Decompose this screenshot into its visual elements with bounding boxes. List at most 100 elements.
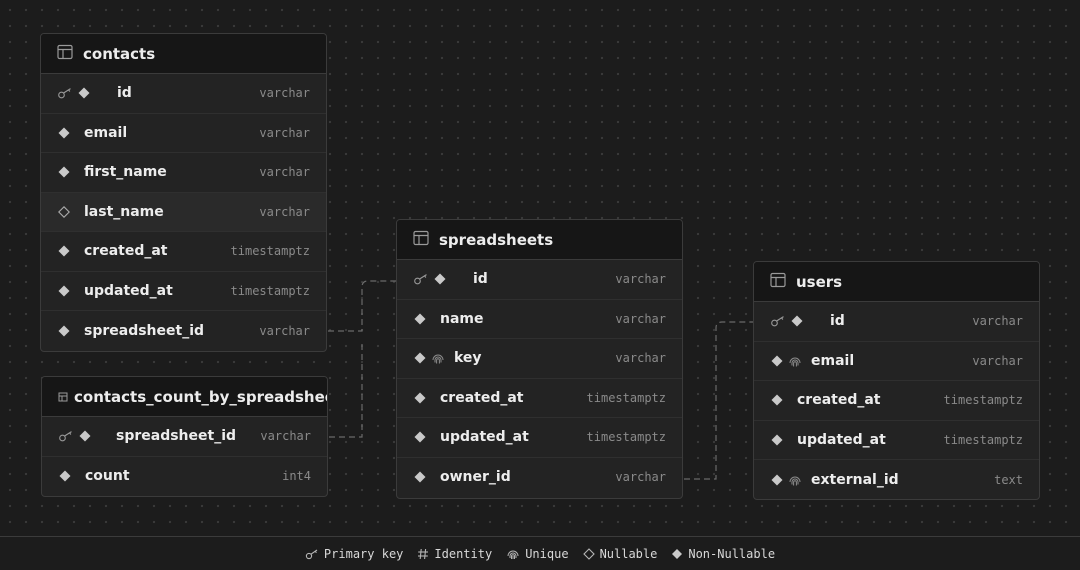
hash-icon: [418, 548, 429, 559]
key-icon: [58, 430, 74, 442]
column-type: text: [994, 472, 1023, 487]
edge-contacts-count-to-spreadsheets: [329, 340, 363, 438]
legend-identity: Identity: [417, 547, 492, 561]
column-name: email: [811, 352, 855, 369]
column-row-created-at[interactable]: created_at timestamptz: [754, 381, 1039, 421]
column-type: varchar: [259, 86, 310, 101]
diamond-filled-icon: [770, 354, 784, 368]
column-icons: [41, 86, 95, 100]
column-icons: [41, 284, 75, 298]
column-icons: [754, 393, 788, 407]
column-row-updated-at[interactable]: updated_at timestamptz: [41, 272, 326, 311]
column-name: spreadsheet_id: [116, 428, 237, 445]
column-row-email[interactable]: email varchar: [41, 114, 326, 153]
column-name: created_at: [440, 389, 524, 406]
table-icon: [770, 272, 786, 292]
table-header[interactable]: contacts_count_by_spreadsheets: [42, 377, 327, 417]
column-row-spreadsheet-id[interactable]: spreadsheet_id varchar: [42, 417, 327, 457]
fingerprint-icon: [788, 354, 802, 368]
column-name: spreadsheet_id: [84, 322, 205, 339]
table-header[interactable]: users: [754, 262, 1039, 302]
key-icon: [770, 315, 786, 327]
column-type: timestamptz: [586, 390, 666, 405]
column-row-created-at[interactable]: created_at timestamptz: [397, 379, 682, 418]
column-type: varchar: [259, 323, 310, 338]
column-type: int4: [282, 469, 311, 484]
column-row-last-name[interactable]: last_name varchar: [41, 192, 326, 232]
diamond-filled-icon: [672, 548, 683, 559]
column-icons: [397, 351, 449, 365]
column-name: name: [440, 310, 484, 327]
legend-unique: Unique: [506, 547, 569, 561]
diamond-filled-icon: [57, 244, 71, 258]
table-header[interactable]: spreadsheets: [397, 220, 682, 260]
diamond-outline-icon: [57, 205, 71, 219]
column-row-updated-at[interactable]: updated_at timestamptz: [397, 418, 682, 458]
column-type: varchar: [615, 351, 666, 366]
diamond-filled-icon: [413, 312, 427, 326]
table-icon: [57, 44, 73, 64]
column-name: external_id: [811, 471, 899, 488]
edge-contacts-to-spreadsheets: [328, 280, 397, 332]
diamond-filled-icon: [413, 351, 427, 365]
column-row-external-id[interactable]: external_id text: [754, 460, 1039, 499]
column-row-id[interactable]: id varchar: [397, 260, 682, 300]
column-name: key: [454, 350, 482, 367]
column-row-created-at[interactable]: created_at timestamptz: [41, 232, 326, 272]
column-name: updated_at: [797, 431, 886, 448]
column-type: varchar: [615, 311, 666, 326]
diamond-filled-icon: [413, 430, 427, 444]
key-icon: [57, 87, 73, 99]
table-contacts[interactable]: contacts id varchar email varchar first_name…: [40, 33, 327, 352]
column-row-count[interactable]: count int4: [42, 457, 327, 497]
edge-spreadsheets-to-users: [684, 321, 753, 480]
table-name: contacts: [83, 44, 156, 63]
column-type: timestamptz: [943, 432, 1023, 447]
column-icons: [397, 391, 431, 405]
column-type: varchar: [259, 125, 310, 140]
column-row-first-name[interactable]: first_name varchar: [41, 153, 326, 193]
column-icons: [41, 165, 75, 179]
legend-nullable: Nullable: [582, 547, 657, 561]
table-spreadsheets[interactable]: spreadsheets id varchar name varchar key varc…: [396, 219, 683, 499]
column-icons: [754, 433, 788, 447]
diamond-filled-icon: [58, 469, 72, 483]
fingerprint-icon: [507, 550, 519, 559]
column-name: id: [117, 85, 132, 102]
table-icon: [413, 230, 429, 250]
column-row-owner-id[interactable]: owner_id varchar: [397, 458, 682, 498]
column-type: timestamptz: [586, 430, 666, 445]
column-icons: [397, 272, 451, 286]
column-type: varchar: [615, 470, 666, 485]
column-row-updated-at[interactable]: updated_at timestamptz: [754, 421, 1039, 460]
table-columns: id varchar email varchar created_at timestamp…: [754, 302, 1039, 499]
table-name: users: [796, 272, 843, 291]
column-type: timestamptz: [230, 244, 310, 259]
column-type: varchar: [972, 314, 1023, 329]
column-row-email[interactable]: email varchar: [754, 342, 1039, 381]
diamond-filled-icon: [770, 473, 784, 487]
column-name: updated_at: [84, 282, 173, 299]
column-row-name[interactable]: name varchar: [397, 300, 682, 339]
table-name: contacts_count_by_spreadsheets: [74, 387, 328, 406]
column-row-key[interactable]: key varchar: [397, 339, 682, 379]
column-icons: [41, 126, 75, 140]
table-users[interactable]: users id varchar email varchar created_at tim…: [753, 261, 1040, 500]
column-name: email: [84, 124, 128, 141]
column-row-id[interactable]: id varchar: [41, 74, 326, 114]
table-contacts-count-by-spreadsheets[interactable]: contacts_count_by_spreadsheets spreadshe…: [41, 376, 328, 497]
diamond-filled-icon: [57, 165, 71, 179]
column-row-spreadsheet-id[interactable]: spreadsheet_id varchar: [41, 311, 326, 351]
column-row-id[interactable]: id varchar: [754, 302, 1039, 342]
table-header[interactable]: contacts: [41, 34, 326, 74]
column-icons: [754, 473, 806, 487]
diamond-filled-icon: [790, 314, 804, 328]
column-name: created_at: [797, 392, 881, 409]
table-name: spreadsheets: [439, 230, 554, 249]
column-icons: [397, 430, 431, 444]
column-icons: [397, 470, 431, 484]
column-icons: [41, 324, 75, 338]
column-type: varchar: [259, 165, 310, 180]
table-columns: spreadsheet_id varchar count int4: [42, 417, 327, 496]
diamond-filled-icon: [57, 126, 71, 140]
